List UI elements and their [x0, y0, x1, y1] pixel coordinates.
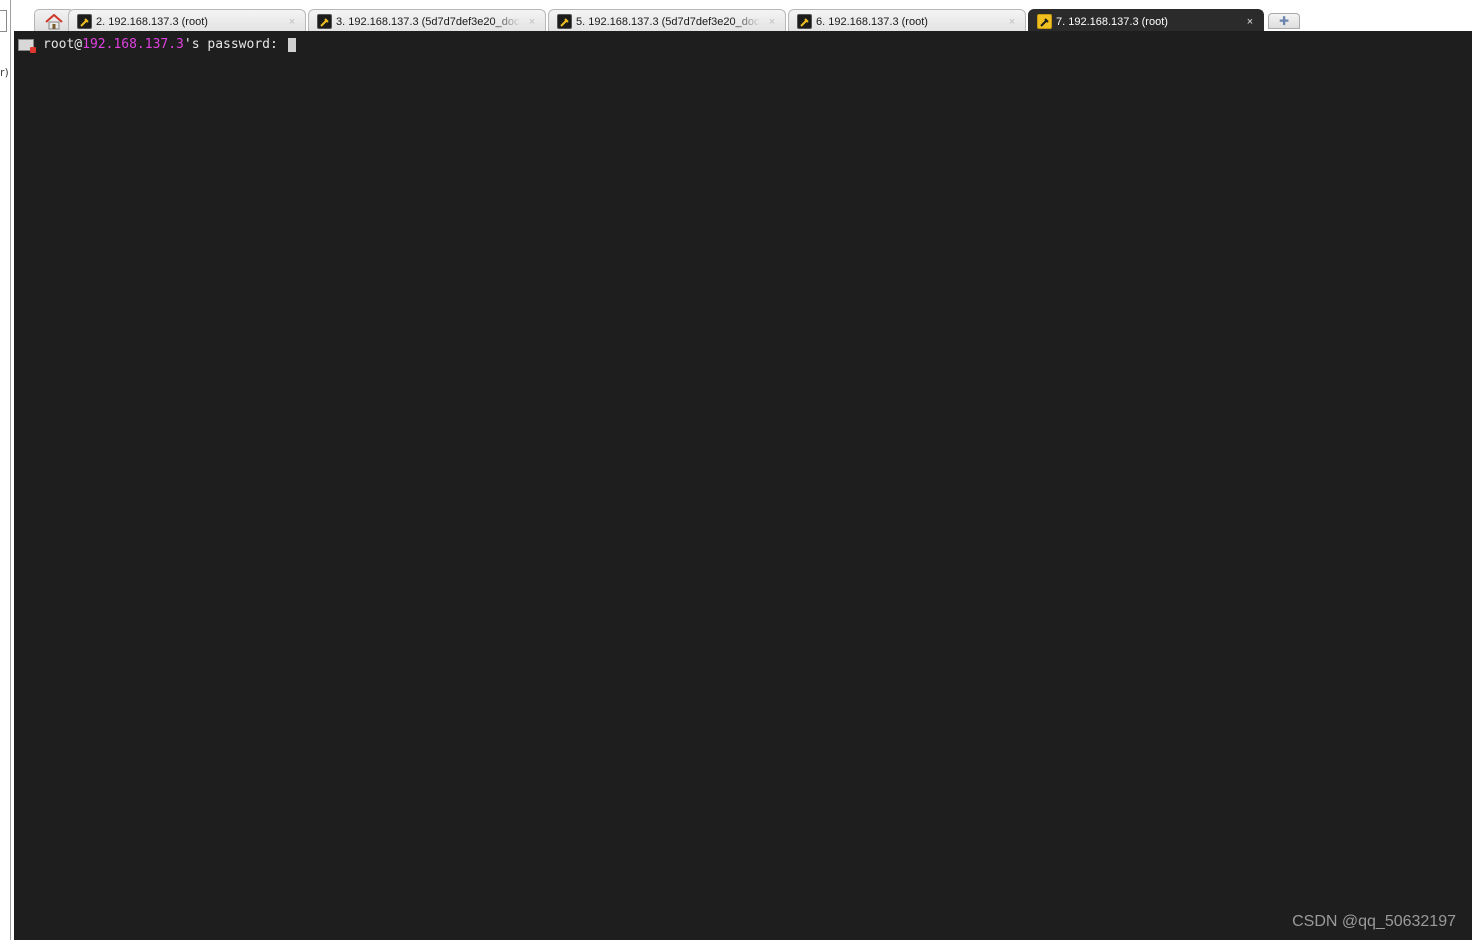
tab-label: 7. 192.168.137.3 (root)	[1056, 15, 1168, 28]
session-tab-7-active[interactable]: 7. 192.168.137.3 (root) ×	[1028, 9, 1264, 33]
tab-label: 2. 192.168.137.3 (root)	[96, 15, 208, 28]
prompt-user: root@	[43, 37, 83, 52]
session-icon	[77, 14, 92, 29]
session-icon	[1037, 14, 1052, 29]
session-tab-bar: 2. 192.168.137.3 (root) × 3. 192.168.137…	[14, 0, 1472, 33]
adjacent-window-control	[0, 10, 7, 32]
adjacent-window-glyph: r)	[0, 66, 9, 79]
watermark: CSDN @qq_50632197	[1292, 913, 1456, 930]
close-icon[interactable]: ×	[765, 16, 779, 28]
prompt-host: 192.168.137.3	[82, 37, 184, 52]
screen: r) 2. 192.168.137.3 (root) × 3. 192.168.…	[0, 0, 1472, 940]
text-cursor	[287, 37, 296, 52]
terminal-line: root@ 192.168.137.3's password:	[18, 37, 296, 53]
session-icon	[797, 14, 812, 29]
prompt-suffix: 's password:	[183, 37, 286, 52]
terminal-area[interactable]: root@ 192.168.137.3's password: CSDN @qq_…	[14, 33, 1472, 940]
close-icon[interactable]: ×	[1243, 16, 1257, 28]
close-icon[interactable]: ×	[525, 16, 539, 28]
session-tab-5[interactable]: 5. 192.168.137.3 (5d7d7def3e20_doc ×	[548, 9, 786, 33]
close-icon[interactable]: ×	[1005, 16, 1019, 28]
session-tab-6[interactable]: 6. 192.168.137.3 (root) ×	[788, 9, 1026, 33]
new-tab-button[interactable]: ✚	[1268, 13, 1300, 29]
tab-label: 5. 192.168.137.3 (5d7d7def3e20_doc	[576, 15, 760, 28]
plus-icon: ✚	[1278, 14, 1290, 28]
session-icon	[557, 14, 572, 29]
tab-label: 6. 192.168.137.3 (root)	[816, 15, 928, 28]
tab-label: 3. 192.168.137.3 (5d7d7def3e20_doc	[336, 15, 520, 28]
close-icon[interactable]: ×	[285, 16, 299, 28]
session-icon	[317, 14, 332, 29]
adjacent-window-edge: r)	[0, 0, 11, 940]
session-tab-2[interactable]: 2. 192.168.137.3 (root) ×	[68, 9, 306, 33]
session-tab-3[interactable]: 3. 192.168.137.3 (5d7d7def3e20_doc ×	[308, 9, 546, 33]
home-icon	[45, 13, 63, 29]
terminal-session-icon	[18, 38, 36, 53]
